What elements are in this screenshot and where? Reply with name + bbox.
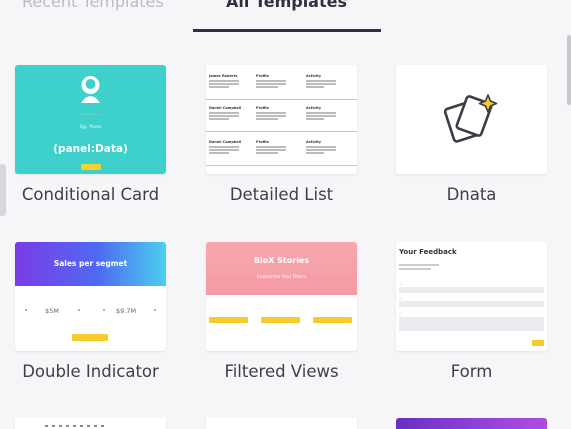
thumb-title: (panel:Data) [53,143,128,155]
list-item: James Roberts Profile Activity [206,71,357,100]
thumb-button [72,334,108,341]
template-card-detailed-list[interactable]: James Roberts Profile Activity Daniel Ca… [206,65,357,174]
thumb-value: $9.7M [116,307,137,315]
thumb-filter-chip [209,317,248,323]
thumb-caption: · · · · · · · · · [79,112,102,117]
thumb-filter-chip [313,317,352,323]
thumb-field [399,301,544,307]
thumb-value: $5M [45,307,59,315]
template-card-partial[interactable] [15,418,166,429]
list-item: Daniel Campbell Profile Activity [206,103,357,132]
template-card-conditional-card[interactable]: · · · · · · · · · Sjg. Poms (panel:Data) [15,65,166,174]
tab-recent-templates[interactable]: Recent Templates [22,0,164,11]
thumb-title: Sales per segmet [53,259,128,268]
template-card-form[interactable]: Your Feedback — — — [396,242,547,351]
side-panel-handle[interactable] [0,164,6,216]
thumb-name: Sjg. Poms [79,125,102,130]
template-card-filtered-views[interactable]: BloX Stories Customize Your Filters [206,242,357,351]
template-card-double-indicator[interactable]: Sales per segmet $5M $9.7M · · · · · · [15,242,166,351]
thumb-filter-chip [261,317,300,323]
template-label[interactable]: Form [396,362,547,381]
template-label[interactable]: Dnata [396,185,547,204]
thumb-subtitle: Customize Your Filters [256,275,307,280]
cards-sparkle-icon [443,94,498,143]
list-item: Daniel Campbell Profile Activity [206,137,357,166]
avatar-icon [81,76,100,103]
template-card-partial[interactable] [396,418,547,429]
template-label[interactable]: Detailed List [206,185,357,204]
scrollbar[interactable] [567,35,571,105]
active-tab-indicator [193,29,381,32]
template-tabs: Recent Templates All Templates [0,0,571,32]
thumb-field [399,287,544,293]
thumb-button [81,164,101,170]
template-card-dnata[interactable] [396,65,547,174]
thumb-button [532,340,544,346]
template-card-partial[interactable] [206,418,357,429]
template-label[interactable]: Double Indicator [15,362,166,381]
template-label[interactable]: Filtered Views [206,362,357,381]
thumb-header [206,242,357,295]
thumb-title: BloX Stories [253,256,310,265]
thumb-field [399,317,544,331]
thumb-title: Your Feedback [399,248,457,256]
template-label[interactable]: Conditional Card [15,185,166,204]
tab-all-templates[interactable]: All Templates [226,0,347,11]
